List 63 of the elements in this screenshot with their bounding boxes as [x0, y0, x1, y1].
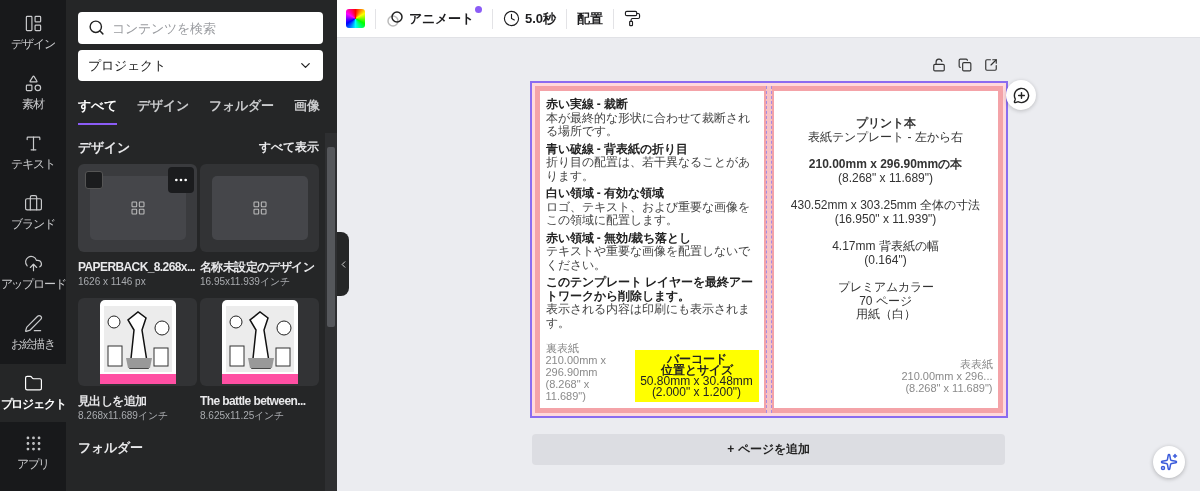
cover-info-text: (0.164"): [863, 253, 908, 267]
note-heading: 白い領域 - 有効な領域: [545, 187, 666, 201]
see-all-link[interactable]: すべて表示: [259, 139, 319, 156]
cover-size-text: (8.268" x 11.689"): [905, 382, 993, 394]
cover-info-text: (16.950" x 11.939"): [833, 212, 938, 226]
design-title: 見出しを追加: [78, 394, 148, 408]
design-size: 8.268x11.689インチ: [78, 410, 169, 422]
duration-button[interactable]: 5.0秒: [503, 5, 557, 32]
animate-button[interactable]: アニメート: [386, 5, 482, 32]
cover-info-text: プレミアムカラー: [836, 281, 935, 295]
filter-tab[interactable]: フォルダー: [209, 93, 274, 125]
note-heading: このテンプレート レイヤーを最終アートワークから削除します。: [545, 276, 754, 303]
cover-size-text: 裏表紙: [545, 342, 580, 354]
cover-size-text: (8.268" x: [545, 378, 591, 390]
section-heading: デザイン: [78, 139, 130, 156]
design-title: PAPERBACK_8.268x...: [78, 260, 197, 274]
cover-info-text: 用紙（白）: [854, 308, 917, 322]
rail-item[interactable]: アプリ: [0, 424, 66, 482]
note-text: ロゴ、テキスト、および重要な画像をこの領域に配置します。: [545, 200, 751, 228]
barcode-text: 50.80mm x 30.48mm: [639, 376, 754, 387]
filter-tab[interactable]: すべて: [78, 93, 117, 125]
note-text: 本が最終的な形状に合わせて裁断される場所です。: [545, 111, 751, 139]
rail-item[interactable]: デザイン: [0, 4, 66, 62]
project-dropdown[interactable]: プロジェクト: [78, 50, 323, 81]
cover-size-text: 11.689"): [545, 390, 587, 402]
section-heading: フォルダー: [78, 440, 143, 456]
cover-info-text: 210.00mm x 296.90mmの本: [807, 158, 964, 172]
note-heading: 青い破線 - 背表紙の折り目: [545, 142, 690, 156]
position-button[interactable]: 配置: [577, 5, 604, 32]
cover-info-text: 70 ページ: [858, 294, 913, 308]
design-size: 1626 x 1146 px: [78, 276, 147, 288]
rail-item[interactable]: アップロード: [0, 244, 66, 302]
cover-info-text: (8.268" x 11.689"): [837, 171, 934, 185]
rail-item[interactable]: お絵描き: [0, 304, 66, 362]
cover-size-text: 296.90mm: [545, 366, 599, 378]
barcode-text: バーコード: [666, 354, 727, 365]
add-page-button[interactable]: + ページを追加: [532, 434, 1005, 465]
note-text: 折り目の配置は、若干異なることがあります。: [545, 156, 751, 183]
design-title: 名称未設定のデザイン: [200, 260, 315, 274]
note-heading: 赤い領域 - 無効/裁ち落とし: [545, 231, 693, 245]
note-heading: 赤い実線 - 裁断: [545, 98, 630, 112]
barcode-text: 位置とサイズ: [660, 365, 734, 376]
note-text: 表示される内容は印刷にも表示されます。: [545, 303, 751, 330]
design-size: 16.95x11.939インチ: [200, 276, 291, 288]
search-field[interactable]: コンテンツを検索: [78, 12, 323, 44]
rail-item[interactable]: プロジェクト: [0, 364, 66, 422]
cover-info-text: 4.17mm 背表紙の幅: [831, 240, 940, 254]
rail-item[interactable]: ブランド: [0, 184, 66, 242]
design-title: The battle between...: [200, 394, 307, 408]
design-size: 8.625x11.25インチ: [200, 410, 286, 422]
note-text: テキストや重要な画像を配置しないでください。: [545, 245, 751, 272]
cover-info-text: プリント本: [854, 117, 917, 131]
cover-size-text: 210.00mm x 296...: [901, 370, 993, 382]
filter-tab[interactable]: 画像: [294, 93, 320, 125]
dropdown-value: プロジェクト: [88, 56, 166, 75]
cover-info-text: 表紙テンプレート - 左から右: [807, 130, 964, 144]
cover-size-text: 210.00mm x: [545, 354, 607, 366]
cover-size-text: 表表紙: [959, 358, 993, 370]
cover-info-text: 430.52mm x 303.25mm 全体の寸法: [789, 199, 982, 213]
barcode-text: (2.000" x 1.200"): [650, 387, 743, 398]
filter-tab[interactable]: デザイン: [137, 93, 189, 125]
rail-item[interactable]: 素材: [0, 64, 66, 122]
rail-item[interactable]: テキスト: [0, 124, 66, 182]
